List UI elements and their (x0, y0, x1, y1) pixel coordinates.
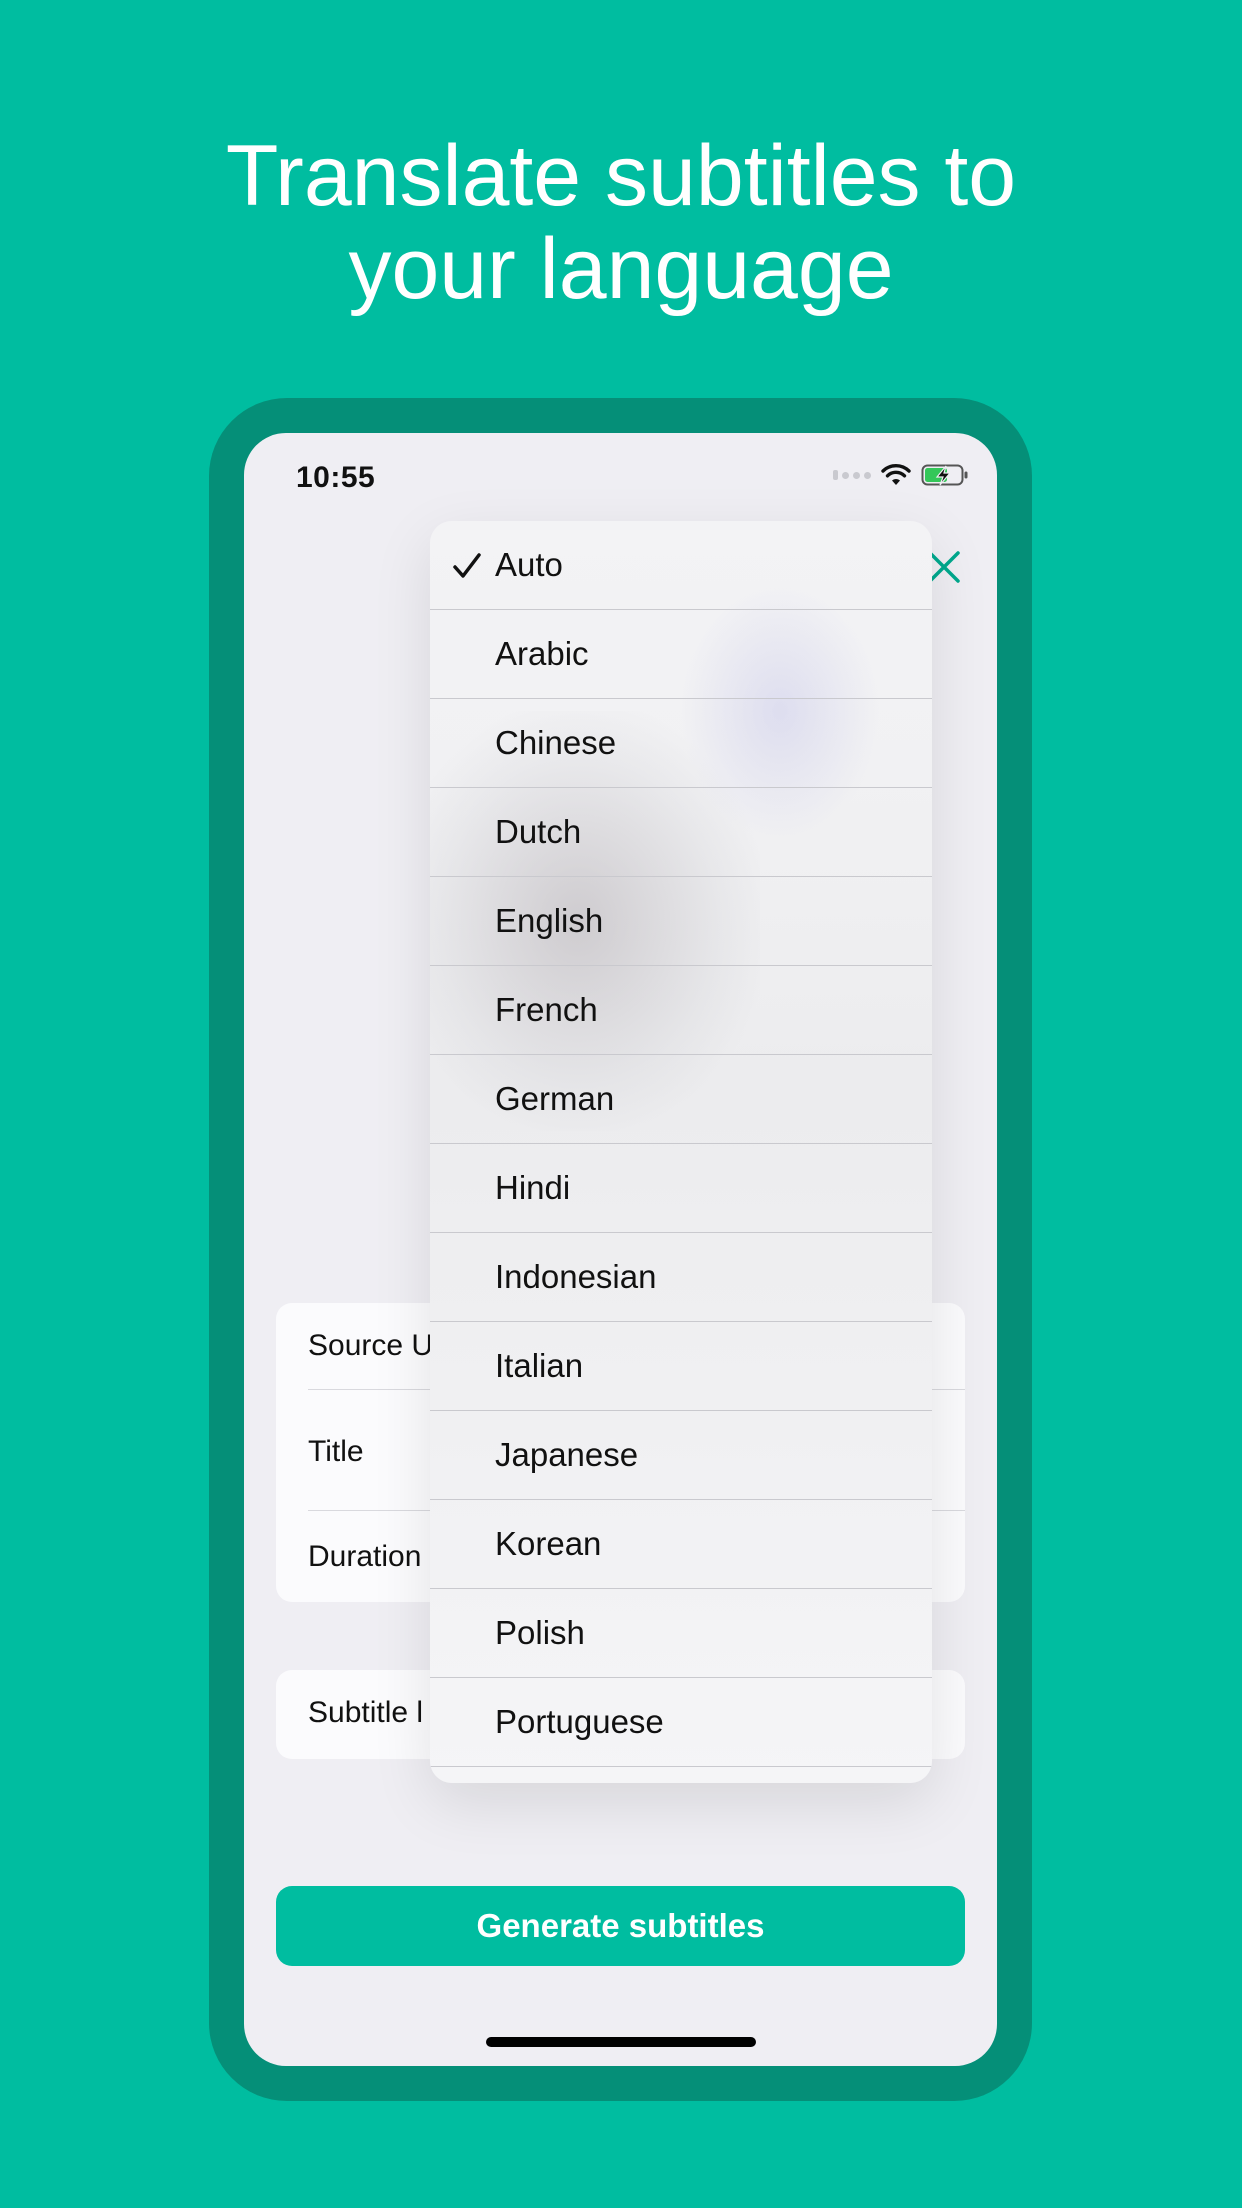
headline: Translate subtitles to your language (0, 130, 1242, 316)
source-url-label: Source U (308, 1329, 434, 1362)
signal-icon (833, 470, 871, 480)
menu-item-arabic[interactable]: Arabic (430, 610, 932, 699)
menu-item-label: Arabic (495, 635, 589, 672)
checkmark-icon (453, 553, 481, 578)
menu-item-label: Auto (495, 546, 563, 583)
menu-item-label: Portuguese (495, 1703, 664, 1740)
menu-item-french[interactable]: French (430, 966, 932, 1055)
menu-item-label: Hindi (495, 1169, 571, 1206)
menu-item-label: Japanese (495, 1436, 639, 1473)
app-screen: 10:55 Source U Title Duration Subtitle l… (244, 433, 997, 2066)
menu-item-german[interactable]: German (430, 1055, 932, 1144)
subtitle-language-label: Subtitle l (308, 1696, 424, 1729)
home-indicator (486, 2037, 756, 2047)
menu-item-label: Italian (495, 1347, 584, 1384)
device-frame: 10:55 Source U Title Duration Subtitle l… (209, 398, 1032, 2101)
menu-item-polish[interactable]: Polish (430, 1589, 932, 1678)
menu-item-hindi[interactable]: Hindi (430, 1144, 932, 1233)
menu-item-label: German (495, 1080, 615, 1117)
menu-item-korean[interactable]: Korean (430, 1500, 932, 1589)
status-time: 10:55 (296, 461, 376, 494)
menu-item-english[interactable]: English (430, 877, 932, 966)
menu-item-label: Chinese (495, 724, 617, 761)
menu-item-label: English (495, 902, 604, 939)
menu-item-label: Dutch (495, 813, 582, 850)
menu-item-chinese[interactable]: Chinese (430, 699, 932, 788)
menu-item-auto[interactable]: Auto (430, 521, 932, 610)
menu-item-label: Polish (495, 1614, 585, 1651)
menu-item-portuguese[interactable]: Portuguese (430, 1678, 932, 1767)
generate-subtitles-button[interactable]: Generate subtitles (276, 1886, 965, 1966)
duration-label: Duration (308, 1540, 422, 1573)
menu-item-label: Korean (495, 1525, 602, 1562)
battery-charging-icon (921, 464, 968, 486)
headline-line-2: your language (348, 221, 894, 317)
menu-item-italian[interactable]: Italian (430, 1322, 932, 1411)
status-icons (833, 463, 969, 487)
headline-line-1: Translate subtitles to (225, 128, 1017, 224)
menu-item-japanese[interactable]: Japanese (430, 1411, 932, 1500)
menu-item-indonesian[interactable]: Indonesian (430, 1233, 932, 1322)
wifi-icon (881, 464, 911, 485)
menu-item-dutch[interactable]: Dutch (430, 788, 932, 877)
title-label: Title (308, 1435, 364, 1468)
menu-item-label: Indonesian (495, 1258, 657, 1295)
language-dropdown-menu[interactable]: Auto Arabic Chinese Dutch English French… (430, 521, 932, 1783)
menu-item-label: French (495, 991, 598, 1028)
